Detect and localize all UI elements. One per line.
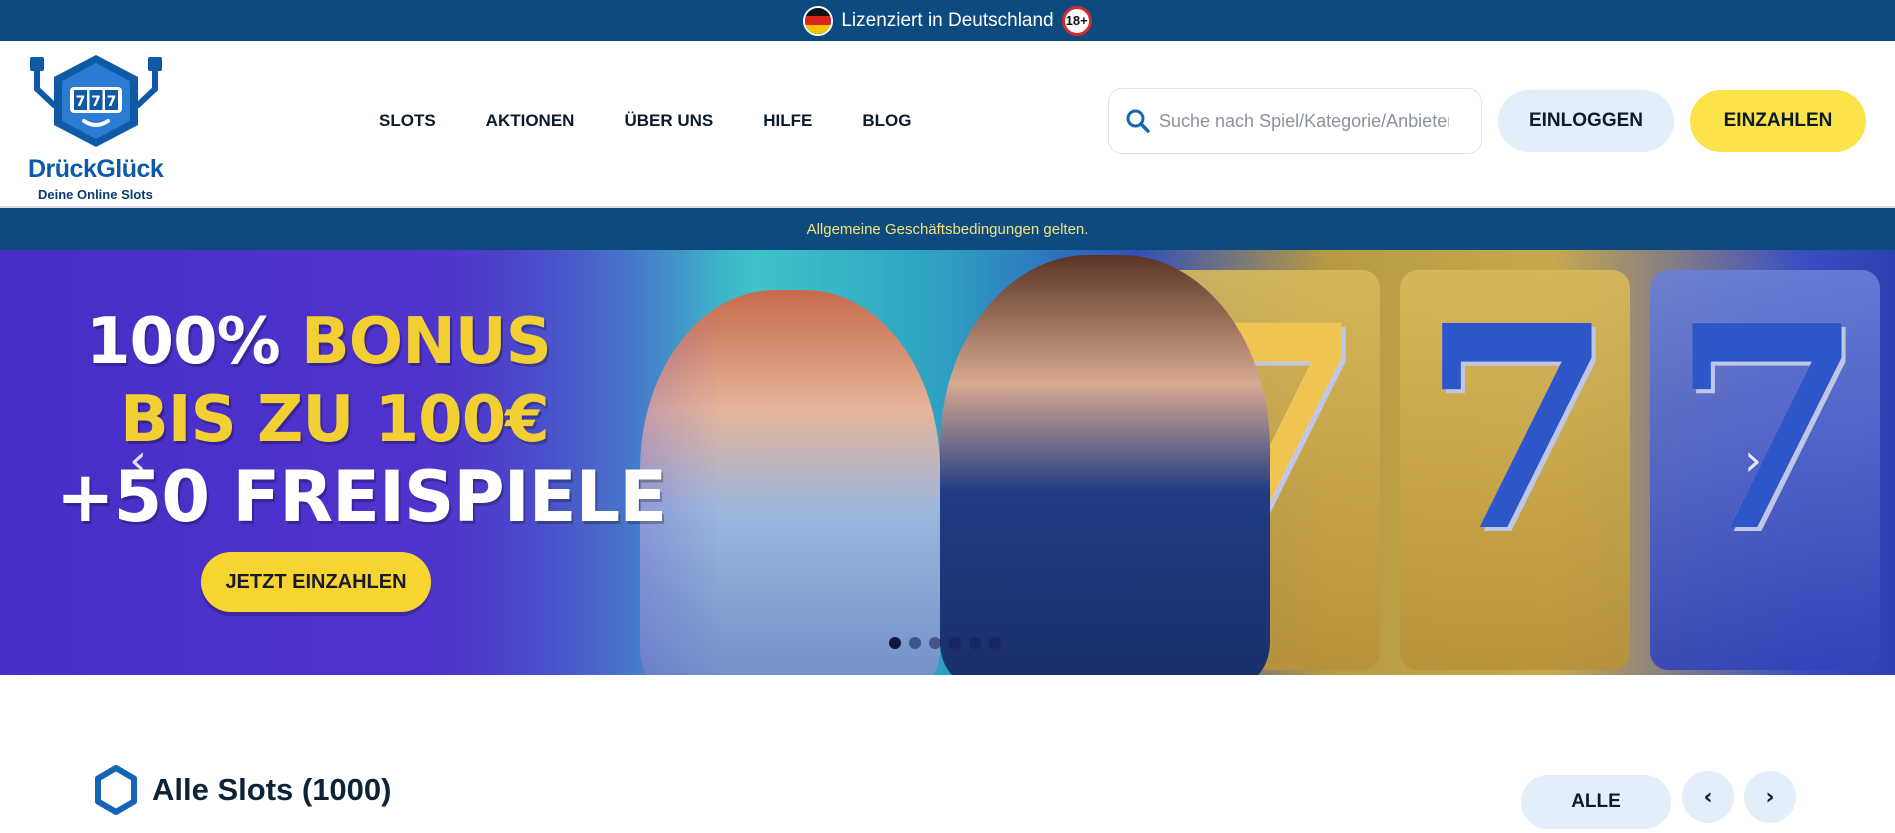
hero-headline-prefix: 100% [86,305,301,379]
hero-headline-line1: 100% BONUS [86,310,552,374]
search-input[interactable] [1159,110,1449,132]
filter-all-button[interactable]: ALLE [1521,775,1671,829]
carousel-dot[interactable] [989,637,1001,649]
nav-item-ueber-uns[interactable]: ÜBER UNS [624,111,713,131]
hero-person-man [940,255,1270,675]
svg-text:7: 7 [91,94,101,110]
license-text: Lizenziert in Deutschland [841,9,1054,31]
chevron-left-icon[interactable]: ‹ [118,430,158,490]
carousel-dot[interactable] [889,637,901,649]
carousel-dot[interactable] [949,637,961,649]
svg-text:7: 7 [76,94,86,110]
brand-logo[interactable]: 7 7 7 DrückGlück Deine Online Slots [24,49,174,202]
nav-item-hilfe[interactable]: HILFE [763,111,812,131]
search-box[interactable] [1108,88,1482,154]
chevron-left-icon[interactable]: ‹ [1682,771,1734,823]
hero-banner[interactable]: 7 7 7 100% BONUS BIS ZU 100€ +50 FREISPI… [0,250,1895,675]
svg-text:7: 7 [107,94,117,110]
license-bar: Lizenziert in Deutschland 18+ [0,0,1895,41]
hero-cta-button[interactable]: JETZT EINZAHLEN [201,552,431,612]
deposit-button[interactable]: EINZAHLEN [1690,90,1866,152]
carousel-dots [889,637,1001,649]
slots-section-title: Alle Slots (1000) [152,772,392,807]
carousel-dot[interactable] [929,637,941,649]
carousel-dot[interactable] [969,637,981,649]
nav-item-blog[interactable]: BLOG [862,111,911,131]
nav-item-slots[interactable]: SLOTS [379,111,436,131]
germany-flag-icon [803,5,834,36]
logo-name: DrückGlück [28,155,164,183]
hexagon-icon [95,765,137,815]
slots-section-header: Alle Slots (1000) [94,765,391,815]
login-button[interactable]: EINLOGGEN [1498,90,1674,152]
chevron-right-icon[interactable]: › [1733,430,1773,490]
lucky-seven-graphic: 7 [1420,265,1615,594]
carousel-dot[interactable] [909,637,921,649]
site-header: 7 7 7 DrückGlück Deine Online Slots SLOT… [0,41,1895,208]
search-icon [1126,109,1150,133]
terms-text[interactable]: Allgemeine Geschäftsbedingungen gelten. [807,221,1089,238]
chevron-right-icon[interactable]: › [1744,771,1796,823]
logo-tagline: Deine Online Slots [38,187,153,202]
nav-item-aktionen[interactable]: AKTIONEN [486,111,575,131]
terms-bar: Allgemeine Geschäftsbedingungen gelten. [0,208,1895,250]
hero-headline-highlight: BONUS [301,305,552,379]
hero-headline-line2: BIS ZU 100€ [120,383,550,457]
age-badge-18-icon: 18+ [1061,5,1092,36]
main-nav: SLOTS AKTIONEN ÜBER UNS HILFE BLOG [379,41,911,201]
robot-logo-icon: 7 7 7 [30,55,162,147]
